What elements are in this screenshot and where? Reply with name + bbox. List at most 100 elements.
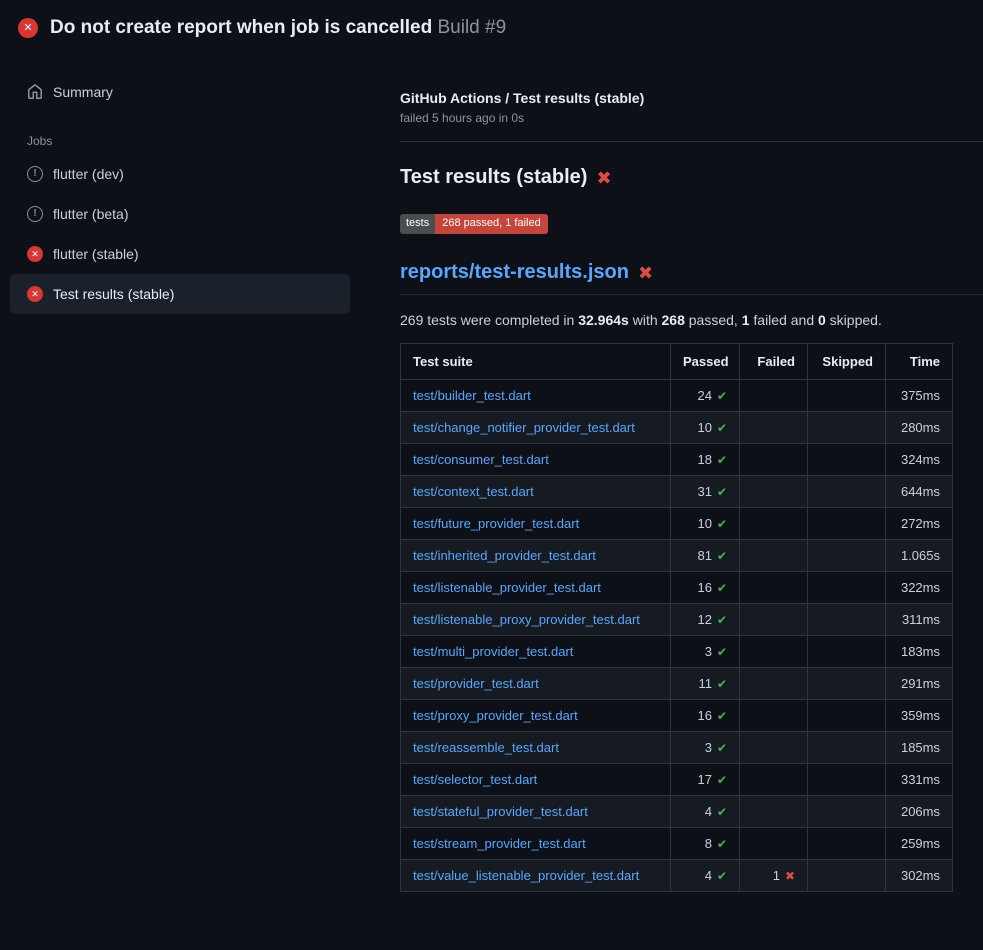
table-header-row: Test suite Passed Failed Skipped Time (401, 344, 953, 380)
time-cell: 644ms (886, 476, 953, 508)
column-header-failed: Failed (740, 344, 808, 380)
sidebar-item-summary[interactable]: Summary (0, 72, 360, 112)
column-header-skipped: Skipped (808, 344, 886, 380)
table-row: test/stateful_provider_test.dart 4✔ 206m… (401, 796, 953, 828)
sidebar-item-flutter-beta[interactable]: ! flutter (beta) (0, 194, 360, 234)
time-cell: 280ms (886, 412, 953, 444)
passed-count: 10 (697, 516, 711, 531)
page-title: Do not create report when job is cancell… (50, 17, 506, 39)
badge-value: 268 passed, 1 failed (435, 214, 547, 234)
passed-count: 3 (705, 644, 712, 659)
badge-label: tests (400, 214, 435, 234)
jobs-sidebar: Summary Jobs ! flutter (dev) ! flutter (… (0, 54, 360, 314)
sidebar-item-flutter-dev[interactable]: ! flutter (dev) (0, 154, 360, 194)
passed-count: 16 (697, 708, 711, 723)
check-icon: ✔ (717, 549, 727, 563)
passed-count: 8 (705, 836, 712, 851)
table-row: test/listenable_provider_test.dart 16✔ 3… (401, 572, 953, 604)
table-row: test/context_test.dart 31 ✔ 644ms (401, 476, 953, 508)
passed-count: 11 (698, 676, 712, 691)
check-icon: ✔ (717, 517, 727, 531)
passed-count: 4 (705, 868, 712, 883)
summary-segment: skipped. (826, 312, 882, 328)
check-icon: ✔ (717, 645, 727, 659)
check-icon: ✔ (717, 421, 727, 435)
checks-page: ✕ Do not create report when job is cance… (0, 0, 983, 892)
table-row: test/consumer_test.dart 18✔ 324ms (401, 444, 953, 476)
table-row: test/future_provider_test.dart 10 ✔ 272ms (401, 508, 953, 540)
summary-segment: 269 tests were completed in (400, 312, 578, 328)
failed-count: 1 (773, 868, 780, 883)
sidebar-item-label: Test results (stable) (53, 286, 174, 302)
test-suite-link[interactable]: test/future_provider_test.dart (413, 516, 579, 531)
x-mark-icon: ✖ (638, 264, 653, 282)
build-number: Build #9 (437, 17, 506, 38)
breadcrumb: GitHub Actions / Test results (stable) (400, 90, 983, 106)
neutral-status-icon: ! (27, 206, 43, 222)
report-link[interactable]: reports/test-results.json (400, 261, 629, 284)
time-cell: 291ms (886, 668, 953, 700)
test-suite-link[interactable]: test/inherited_provider_test.dart (413, 548, 596, 563)
test-suite-link[interactable]: test/change_notifier_provider_test.dart (413, 420, 635, 435)
test-suite-link[interactable]: test/consumer_test.dart (413, 452, 549, 467)
passed-count: 81 (697, 548, 711, 563)
summary-passed: 268 (662, 312, 685, 328)
test-suite-link[interactable]: test/listenable_proxy_provider_test.dart (413, 612, 640, 627)
jobs-section-label: Jobs (0, 112, 360, 154)
passed-count: 3 (705, 740, 712, 755)
divider (400, 141, 983, 142)
test-suite-link[interactable]: test/value_listenable_provider_test.dart (413, 868, 639, 883)
sidebar-item-flutter-stable[interactable]: ✕ flutter (stable) (0, 234, 360, 274)
sidebar-item-label: flutter (dev) (53, 166, 124, 182)
column-header-test-suite: Test suite (401, 344, 671, 380)
passed-count: 4 (705, 804, 712, 819)
home-icon (27, 84, 43, 100)
test-suite-link[interactable]: test/reassemble_test.dart (413, 740, 559, 755)
sidebar-item-test-results-stable[interactable]: ✕ Test results (stable) (10, 274, 350, 314)
check-icon: ✔ (717, 741, 727, 755)
summary-segment: passed, (685, 312, 742, 328)
table-row: test/inherited_provider_test.dart 81✔ 1.… (401, 540, 953, 572)
summary-failed: 1 (742, 312, 750, 328)
check-header: ✕ Do not create report when job is cance… (0, 0, 983, 54)
check-icon: ✔ (717, 709, 727, 723)
table-row: test/stream_provider_test.dart 8✔ 259ms (401, 828, 953, 860)
check-icon: ✔ (717, 581, 727, 595)
check-icon: ✔ (717, 613, 727, 627)
table-row: test/reassemble_test.dart 3 ✔ 185ms (401, 732, 953, 764)
test-suite-link[interactable]: test/proxy_provider_test.dart (413, 708, 578, 723)
check-icon: ✔ (717, 485, 727, 499)
test-suite-link[interactable]: test/provider_test.dart (413, 676, 539, 691)
neutral-status-icon: ! (27, 166, 43, 182)
test-suite-link[interactable]: test/stateful_provider_test.dart (413, 804, 588, 819)
test-suite-link[interactable]: test/selector_test.dart (413, 772, 537, 787)
time-cell: 302ms (886, 860, 953, 892)
test-suite-link[interactable]: test/multi_provider_test.dart (413, 644, 573, 659)
passed-count: 31 (697, 484, 711, 499)
test-suite-link[interactable]: test/listenable_provider_test.dart (413, 580, 601, 595)
check-icon: ✔ (717, 805, 727, 819)
test-suite-link[interactable]: test/context_test.dart (413, 484, 534, 499)
check-icon: ✔ (717, 773, 727, 787)
x-icon: ✖ (785, 869, 795, 883)
table-row: test/builder_test.dart 24✔ 375ms (401, 380, 953, 412)
column-header-passed: Passed (671, 344, 740, 380)
summary-skipped: 0 (818, 312, 826, 328)
table-row: test/multi_provider_test.dart 3✔ 183ms (401, 636, 953, 668)
x-mark-icon: ✖ (596, 169, 611, 187)
summary-duration: 32.964s (578, 312, 629, 328)
table-row: test/proxy_provider_test.dart 16✔ 359ms (401, 700, 953, 732)
status-line: failed 5 hours ago in 0s (400, 111, 983, 125)
test-suite-link[interactable]: test/stream_provider_test.dart (413, 836, 586, 851)
time-cell: 311ms (886, 604, 953, 636)
results-table-body: test/builder_test.dart 24✔ 375ms test/ch… (401, 380, 953, 892)
check-icon: ✔ (717, 389, 727, 403)
check-icon: ✔ (717, 453, 727, 467)
time-cell: 375ms (886, 380, 953, 412)
time-cell: 272ms (886, 508, 953, 540)
time-cell: 331ms (886, 764, 953, 796)
test-suite-link[interactable]: test/builder_test.dart (413, 388, 531, 403)
time-cell: 185ms (886, 732, 953, 764)
summary-segment: failed and (750, 312, 819, 328)
passed-count: 18 (697, 452, 711, 467)
